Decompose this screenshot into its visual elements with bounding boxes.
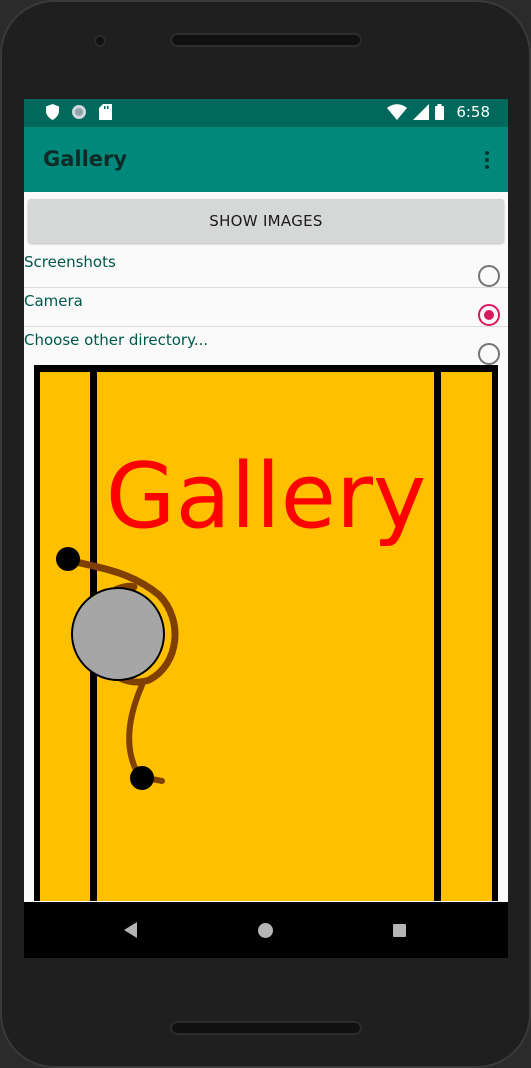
gallery-image-text: Gallery	[106, 444, 427, 549]
app-title: Gallery	[43, 147, 128, 171]
show-images-button[interactable]: SHOW IMAGES	[28, 199, 504, 243]
device-frame: 6:58 Gallery SHOW IMAGES Screenshots Cam…	[0, 0, 531, 1068]
more-vert-icon[interactable]	[484, 151, 490, 171]
app-bar: Gallery	[24, 127, 508, 192]
status-bar: 6:58	[24, 99, 508, 127]
directory-option-camera[interactable]: Camera	[24, 288, 508, 327]
recents-icon[interactable]	[393, 924, 406, 937]
sync-icon	[72, 105, 86, 119]
directory-option-other[interactable]: Choose other directory...	[24, 327, 508, 365]
directory-label: Camera	[24, 292, 83, 310]
shield-icon	[46, 104, 59, 120]
directory-label: Screenshots	[24, 253, 116, 271]
radio-button-checked[interactable]	[478, 304, 500, 326]
screen: 6:58 Gallery SHOW IMAGES Screenshots Cam…	[24, 99, 508, 958]
front-camera	[94, 35, 106, 47]
bottom-speaker	[170, 1021, 362, 1035]
signal-icon	[413, 104, 430, 120]
directory-label: Choose other directory...	[24, 331, 209, 349]
directory-option-screenshots[interactable]: Screenshots	[24, 249, 508, 288]
earpiece-speaker	[170, 33, 362, 47]
gallery-image[interactable]: Gallery	[34, 365, 498, 901]
sd-card-icon	[99, 104, 112, 120]
status-time: 6:58	[456, 103, 490, 121]
radio-button[interactable]	[478, 343, 500, 365]
home-icon[interactable]	[258, 923, 273, 938]
radio-button[interactable]	[478, 265, 500, 287]
navigation-bar	[24, 902, 508, 958]
battery-icon	[435, 104, 445, 120]
back-icon[interactable]	[124, 922, 137, 938]
wifi-icon	[387, 104, 408, 120]
